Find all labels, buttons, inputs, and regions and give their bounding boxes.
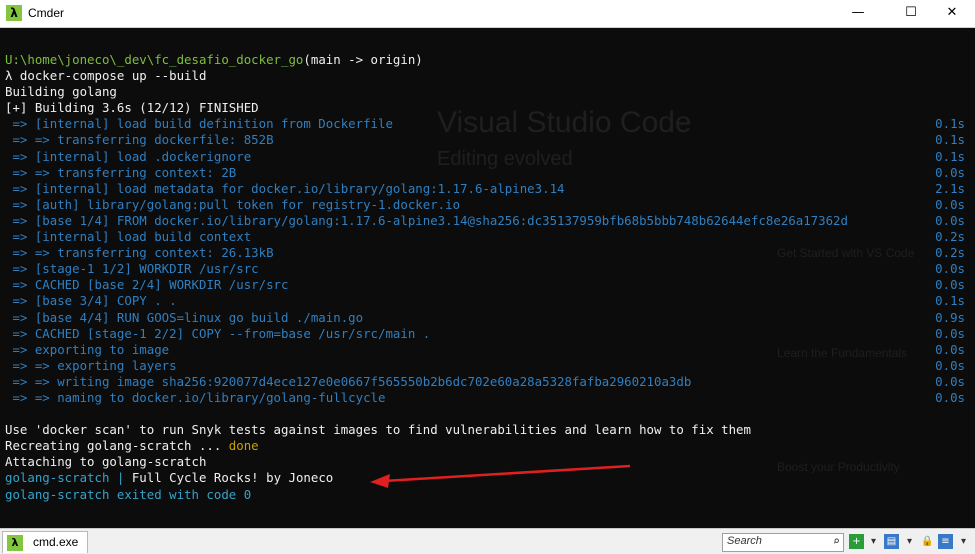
new-console-icon[interactable]: +	[849, 534, 864, 549]
status-bar: λ cmd.exe Search ⌕ + ▾ ▤ ▾ 🔒 ≡ ▾	[0, 528, 975, 554]
cmder-lambda-icon: λ	[6, 5, 22, 21]
red-arrow-annotation	[370, 464, 631, 488]
settings-icon[interactable]: ≡	[938, 534, 953, 549]
lock-icon[interactable]: 🔒	[920, 534, 935, 549]
console-tab[interactable]: λ cmd.exe	[2, 531, 88, 553]
split-view-icon[interactable]: ▤	[884, 534, 899, 549]
close-button[interactable]: ✕	[929, 0, 975, 27]
dropdown-icon[interactable]: ▾	[866, 534, 881, 549]
terminal-console[interactable]: Visual Studio Code Editing evolved Get S…	[0, 28, 975, 528]
minimize-button[interactable]: —	[835, 0, 881, 27]
search-placeholder: Search	[727, 535, 762, 547]
search-field[interactable]: Search ⌕	[722, 533, 844, 552]
window-title: Cmder	[28, 6, 65, 20]
menu-dropdown-icon[interactable]: ▾	[956, 534, 971, 549]
search-icon: ⌕	[832, 534, 840, 548]
dropdown-icon[interactable]: ▾	[902, 534, 917, 549]
maximize-button[interactable]: ☐	[888, 0, 934, 27]
cmder-lambda-icon: λ	[7, 535, 23, 551]
title-bar: λ Cmder — ☐ ✕	[0, 0, 975, 28]
tab-label: cmd.exe	[33, 535, 79, 549]
